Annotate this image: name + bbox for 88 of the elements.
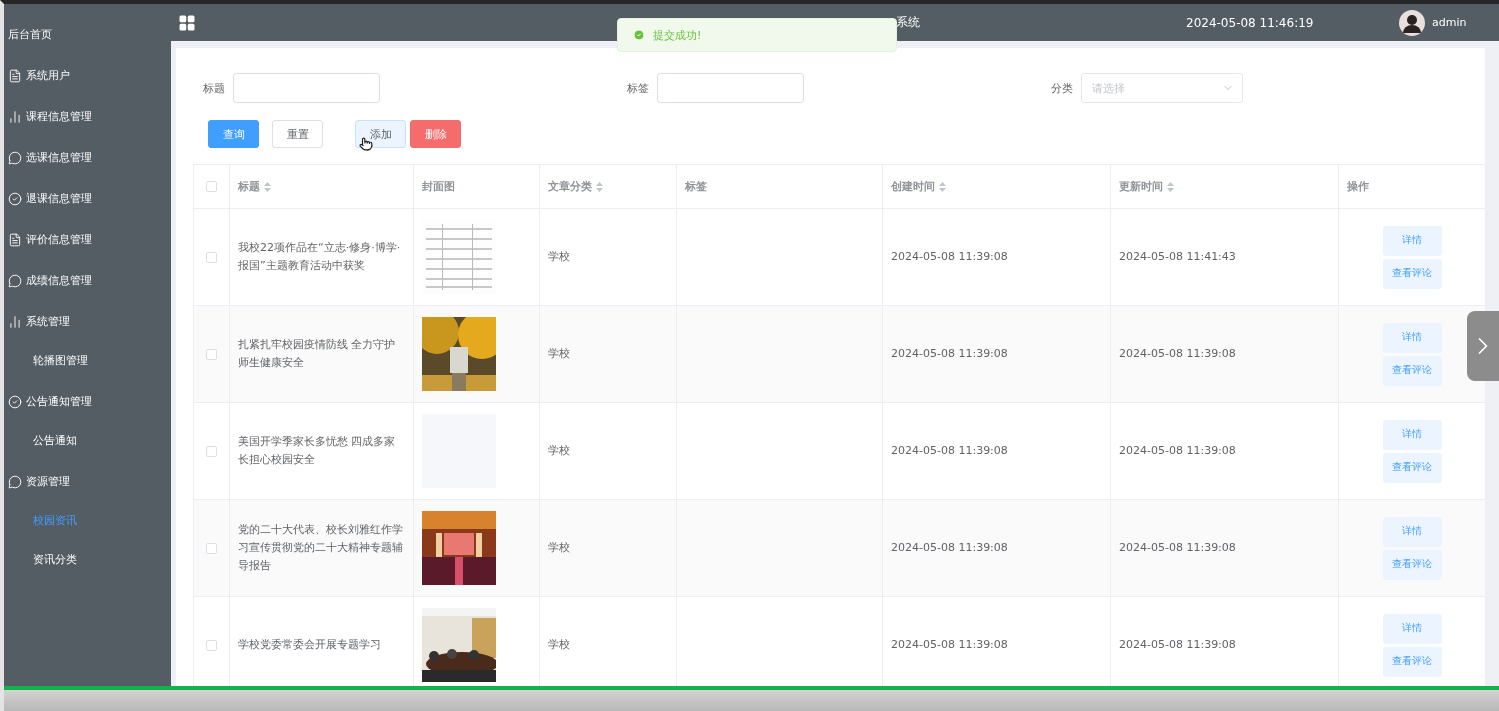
check-circle-icon xyxy=(8,191,22,206)
table-cell-text: 2024-05-08 11:39:08 xyxy=(891,539,1008,556)
sidebar-item[interactable]: 评价信息管理 xyxy=(4,219,171,260)
table-cell-text: 2024-05-08 11:39:08 xyxy=(891,248,1008,265)
sort-icon[interactable] xyxy=(264,181,271,192)
sidebar-subitem[interactable]: 公告通知 xyxy=(4,420,171,461)
sidebar-item[interactable]: 退课信息管理 xyxy=(4,178,171,219)
row-action-button[interactable]: 详情 xyxy=(1382,613,1442,644)
column-title: 标题 xyxy=(238,179,260,194)
table-cell-text: 学校 xyxy=(548,539,570,556)
filter-label: 分类 xyxy=(1051,80,1073,96)
bar-chart-icon xyxy=(8,314,22,329)
bar-chart-icon xyxy=(8,109,22,124)
filter-label: 标签 xyxy=(627,80,649,96)
sidebar-item[interactable]: 系统用户 xyxy=(4,55,171,96)
row-action-button[interactable]: 详情 xyxy=(1382,419,1442,450)
table-cell-text: 2024-05-08 11:39:08 xyxy=(1119,539,1236,556)
sidebar-item[interactable]: 课程信息管理 xyxy=(4,96,171,137)
select-all-checkbox[interactable] xyxy=(206,181,217,192)
sidebar-item[interactable]: 选课信息管理 xyxy=(4,137,171,178)
table-cell-text: 2024-05-08 11:39:08 xyxy=(891,636,1008,653)
sidebar-item[interactable]: 系统管理 xyxy=(4,301,171,342)
chat-bubble-icon xyxy=(8,150,22,165)
avatar[interactable] xyxy=(1399,9,1425,36)
row-action-button[interactable]: 详情 xyxy=(1382,322,1442,353)
filter-label: 标题 xyxy=(203,80,225,96)
menu-grid-icon[interactable] xyxy=(178,13,196,32)
sidebar-item[interactable]: 成绩信息管理 xyxy=(4,260,171,301)
table-cell-text: 2024-05-08 11:39:08 xyxy=(891,345,1008,362)
column-title: 标签 xyxy=(685,179,707,194)
table-cell-text: 学校 xyxy=(548,636,570,653)
table-cell-text: 学校 xyxy=(548,345,570,362)
table-cell-text: 2024-05-08 11:39:08 xyxy=(1119,636,1236,653)
check-circle-icon xyxy=(8,394,22,409)
row-action-button[interactable]: 查看评论 xyxy=(1382,646,1442,677)
table-cell-text: 我校22项作品在“立志·修身·博学·报国”主题教育活动中获奖 xyxy=(238,239,402,274)
username[interactable]: admin xyxy=(1432,16,1467,29)
system-title: 系统 xyxy=(896,14,921,31)
text-field[interactable] xyxy=(233,73,380,103)
column-title: 操作 xyxy=(1347,179,1369,194)
chat-bubble-icon xyxy=(8,474,22,489)
sort-icon[interactable] xyxy=(939,181,946,192)
row-checkbox[interactable] xyxy=(206,251,217,263)
document-icon xyxy=(8,232,22,247)
table-cell-text: 2024-05-08 11:41:43 xyxy=(1119,248,1236,265)
row-action-button[interactable]: 详情 xyxy=(1382,225,1442,256)
sidebar-subitem[interactable]: 资讯分类 xyxy=(4,539,171,580)
chat-bubble-icon xyxy=(8,273,22,288)
action-button[interactable]: 查询 xyxy=(208,120,259,148)
column-title: 文章分类 xyxy=(548,179,592,194)
row-action-button[interactable]: 查看评论 xyxy=(1382,258,1442,289)
row-action-button[interactable]: 查看评论 xyxy=(1382,355,1442,386)
sort-icon[interactable] xyxy=(1167,181,1174,192)
action-button[interactable]: 添加 xyxy=(355,120,406,148)
row-action-button[interactable]: 查看评论 xyxy=(1382,549,1442,580)
row-checkbox[interactable] xyxy=(206,445,217,457)
table-cell-text: 学校 xyxy=(548,248,570,265)
progress-fill[interactable] xyxy=(4,686,1499,690)
sidebar-item[interactable]: 资源管理 xyxy=(4,461,171,502)
table-cell-text: 美国开学季家长多忧愁 四成多家长担心校园安全 xyxy=(238,433,397,468)
table-cell-text: 学校党委常委会开展专题学习 xyxy=(238,636,381,653)
table-cell-text: 党的二十大代表、校长刘雅红作学习宣传贯彻党的二十大精神专题辅导报告 xyxy=(238,521,404,575)
sidebar-subitem[interactable]: 校园资讯 xyxy=(4,500,171,541)
column-title: 创建时间 xyxy=(891,179,935,194)
row-action-button[interactable]: 详情 xyxy=(1382,516,1442,547)
row-checkbox[interactable] xyxy=(206,542,217,554)
row-checkbox[interactable] xyxy=(206,639,217,651)
sort-icon[interactable] xyxy=(596,181,603,192)
table-cell-text: 学校 xyxy=(548,442,570,459)
sidebar-item[interactable]: 后台首页 xyxy=(4,14,171,55)
toast-message: 提交成功! xyxy=(653,27,702,43)
column-title: 封面图 xyxy=(422,179,455,194)
text-field[interactable] xyxy=(657,73,804,103)
datetime: 2024-05-08 11:46:19 xyxy=(1186,15,1315,30)
document-icon xyxy=(8,68,22,83)
sidebar-item[interactable]: 公告通知管理 xyxy=(4,381,171,422)
action-button[interactable]: 重置 xyxy=(272,120,323,148)
check-circle-icon xyxy=(633,29,645,41)
row-checkbox[interactable] xyxy=(206,348,217,360)
table-cell-text: 2024-05-08 11:39:08 xyxy=(891,442,1008,459)
table-cell-text: 2024-05-08 11:39:08 xyxy=(1119,345,1236,362)
table-cell-text: 2024-05-08 11:39:08 xyxy=(1119,442,1236,459)
next-button[interactable] xyxy=(1467,311,1499,381)
action-button[interactable]: 删除 xyxy=(410,120,461,148)
column-title: 更新时间 xyxy=(1119,179,1163,194)
sidebar-subitem[interactable]: 轮播图管理 xyxy=(4,340,171,381)
row-action-button[interactable]: 查看评论 xyxy=(1382,452,1442,483)
table-cell-text: 扎紧扎牢校园疫情防线 全力守护师生健康安全 xyxy=(238,336,397,371)
